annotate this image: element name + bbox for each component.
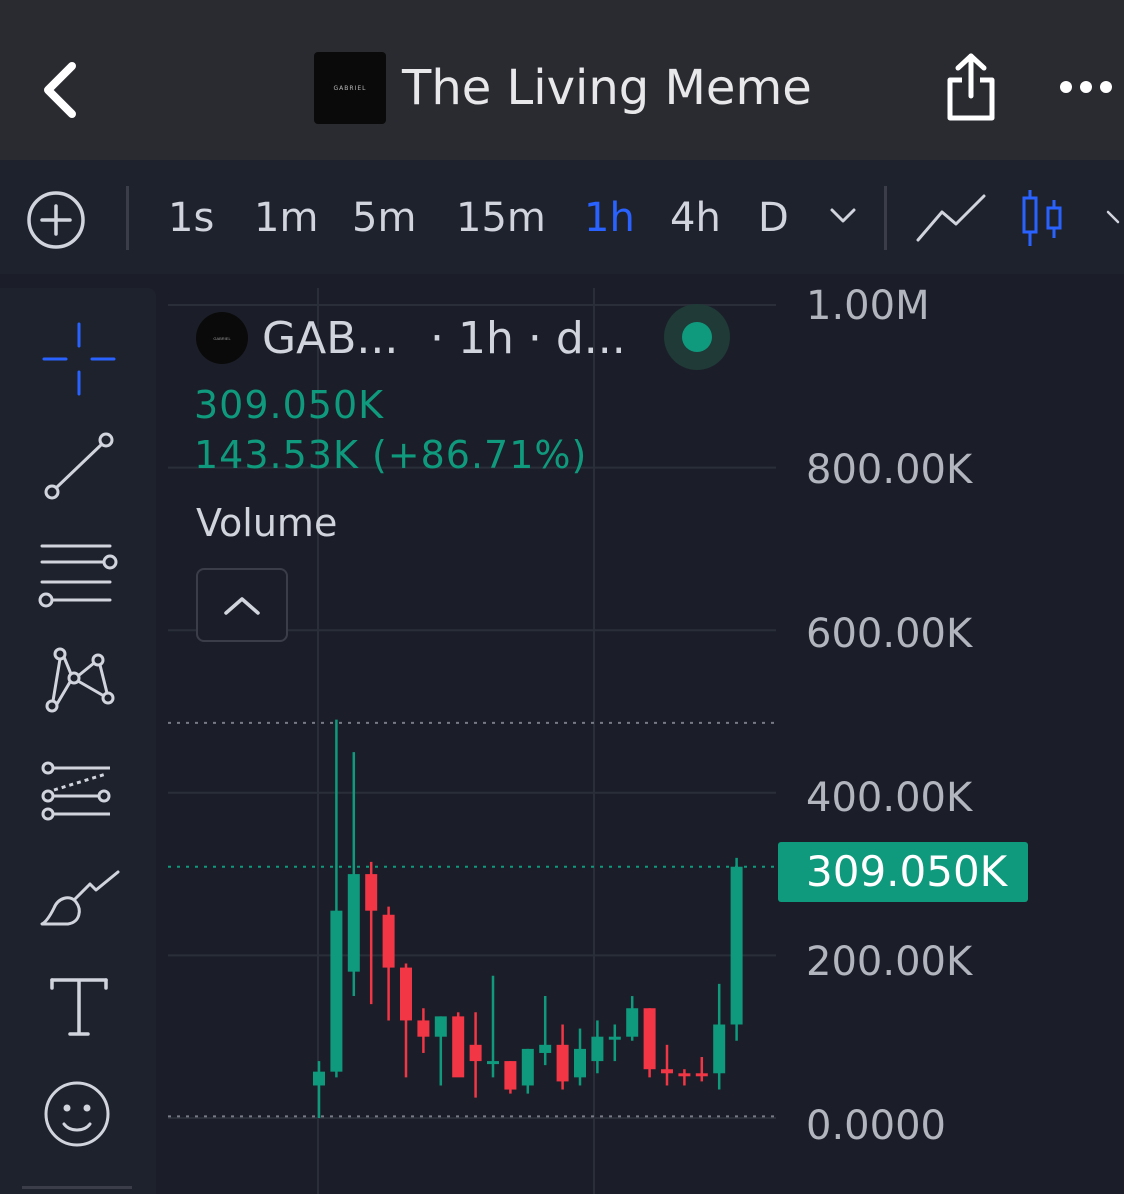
candle-body bbox=[539, 1044, 552, 1053]
collapse-legend-button[interactable] bbox=[196, 568, 288, 642]
prediction-tool-icon[interactable] bbox=[38, 752, 120, 834]
timeframe-D[interactable]: D bbox=[758, 190, 789, 246]
last-price-tag: 309.050K bbox=[778, 842, 1028, 902]
crosshair-icon[interactable] bbox=[38, 318, 120, 400]
timeframe-15m[interactable]: 15m bbox=[456, 190, 546, 246]
panel-divider bbox=[22, 1186, 132, 1189]
text-tool-icon[interactable] bbox=[38, 966, 120, 1048]
candle-body bbox=[400, 967, 412, 1021]
candle-body bbox=[626, 1008, 639, 1037]
timeframe-1s[interactable]: 1s bbox=[168, 190, 214, 246]
timeframe-4h[interactable]: 4h bbox=[670, 190, 721, 246]
candle-body bbox=[556, 1044, 569, 1082]
fib-retracement-icon[interactable] bbox=[38, 532, 120, 614]
page-title: The Living Meme bbox=[402, 60, 812, 116]
share-icon[interactable] bbox=[944, 52, 998, 124]
symbol-logo: GABRIEL bbox=[196, 312, 248, 364]
y-axis-label: 200.00K bbox=[806, 939, 973, 985]
line-chart-icon[interactable] bbox=[914, 192, 988, 244]
candle-body bbox=[695, 1073, 708, 1077]
candle-body bbox=[382, 914, 395, 968]
candle-body bbox=[365, 874, 378, 911]
candle-body bbox=[643, 1008, 656, 1070]
y-axis-label: 1.00M bbox=[806, 283, 930, 329]
add-indicator-icon[interactable] bbox=[26, 190, 86, 250]
candle-body bbox=[661, 1069, 673, 1074]
timeframe-5m[interactable]: 5m bbox=[352, 190, 416, 246]
trend-line-icon[interactable] bbox=[38, 426, 120, 508]
header-bar: GABRIEL The Living Meme bbox=[0, 0, 1124, 160]
candle-body bbox=[330, 910, 343, 1072]
candle-body bbox=[469, 1044, 482, 1062]
candle-body bbox=[608, 1036, 621, 1040]
legend-symbol: GAB... bbox=[262, 313, 399, 364]
candle-body bbox=[730, 866, 743, 1025]
candle-body bbox=[487, 1061, 499, 1065]
candle-body bbox=[678, 1073, 691, 1077]
token-logo: GABRIEL bbox=[314, 52, 386, 124]
indicator-volume-label[interactable]: Volume bbox=[196, 500, 337, 546]
emoji-icon[interactable] bbox=[38, 1072, 120, 1154]
y-axis-label: 0.0000 bbox=[806, 1103, 946, 1149]
candle-body bbox=[713, 1024, 726, 1074]
candle-body bbox=[591, 1036, 604, 1062]
more-options-icon[interactable] bbox=[1058, 72, 1114, 102]
back-button[interactable] bbox=[36, 58, 92, 122]
legend-interval: · 1h · d... bbox=[430, 313, 626, 364]
status-dot bbox=[682, 322, 712, 352]
candle-body bbox=[417, 1020, 430, 1037]
chevron-up-icon bbox=[224, 597, 260, 615]
candle-body bbox=[347, 874, 360, 972]
drawing-tools-panel bbox=[0, 288, 156, 1194]
candle-body bbox=[504, 1061, 517, 1090]
candle-body bbox=[574, 1048, 586, 1078]
brush-icon[interactable] bbox=[38, 862, 120, 944]
candle-body bbox=[434, 1016, 447, 1037]
y-axis-label: 600.00K bbox=[806, 611, 973, 657]
timeframe-1h[interactable]: 1h bbox=[584, 190, 635, 246]
toolbar-divider bbox=[884, 186, 887, 250]
y-axis-label: 400.00K bbox=[806, 775, 973, 821]
legend-change: 143.53K (+86.71%) bbox=[194, 433, 588, 477]
legend-price: 309.050K bbox=[194, 383, 385, 427]
chevron-down-icon[interactable] bbox=[828, 204, 858, 228]
candle-body bbox=[313, 1071, 325, 1086]
candle-body bbox=[452, 1016, 465, 1078]
pattern-icon[interactable] bbox=[38, 640, 120, 722]
y-axis-label: 800.00K bbox=[806, 447, 973, 493]
toolbar-divider bbox=[126, 186, 129, 250]
candle-body bbox=[521, 1048, 534, 1086]
market-status-indicator[interactable] bbox=[664, 304, 730, 370]
timeframe-1m[interactable]: 1m bbox=[254, 190, 318, 246]
chevron-down-icon[interactable] bbox=[1104, 206, 1124, 226]
candlestick-chart-icon[interactable] bbox=[1020, 188, 1066, 248]
